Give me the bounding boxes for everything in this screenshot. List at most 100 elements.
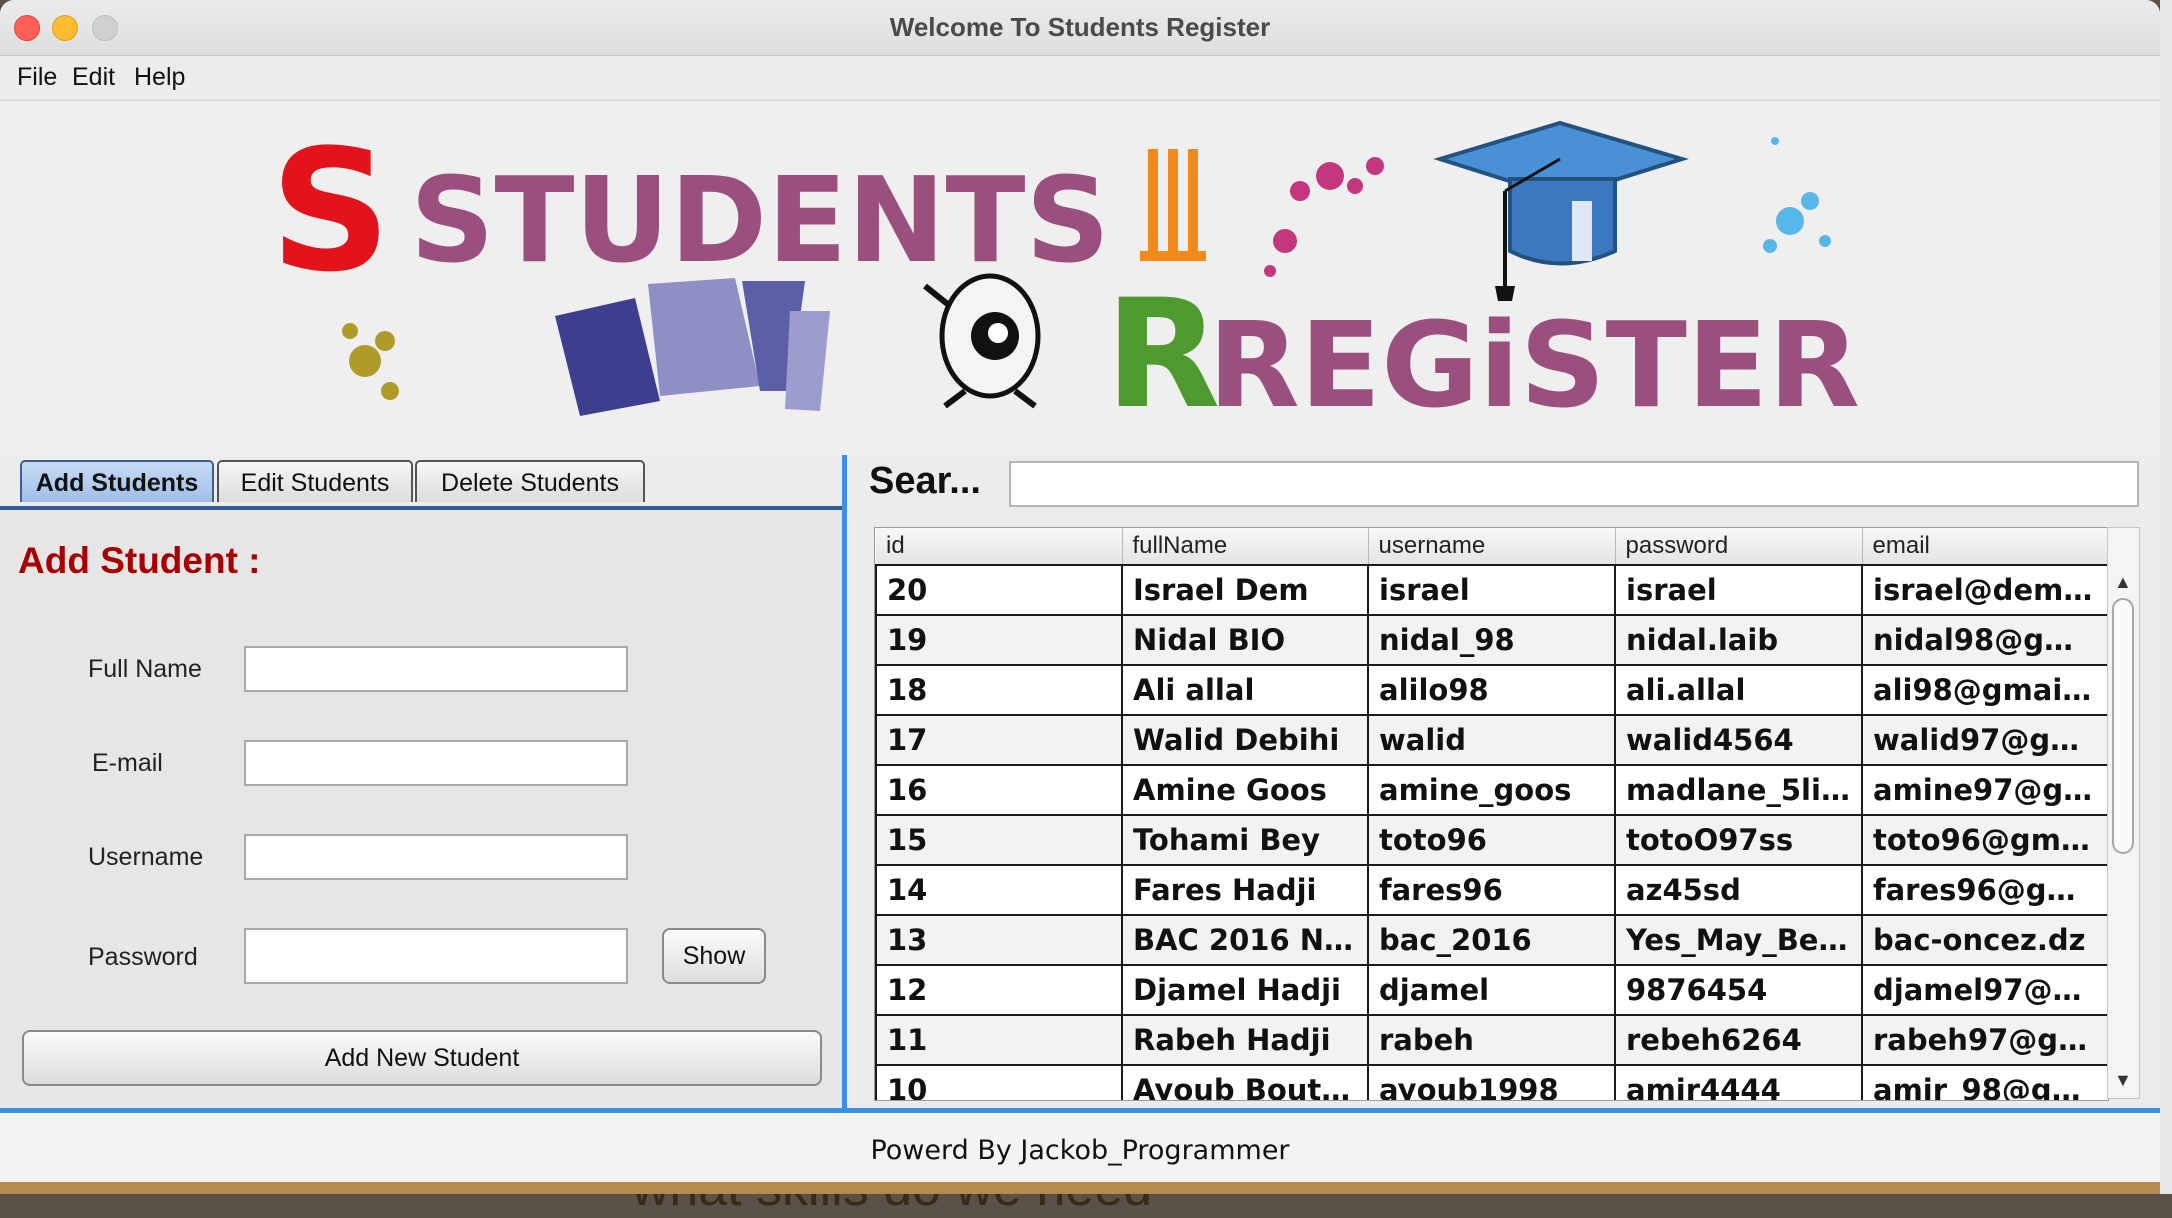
- tab-add-students[interactable]: Add Students: [20, 460, 214, 502]
- cell-email[interactable]: ali98@gmail.c...: [1861, 664, 2108, 716]
- cell-password[interactable]: israel: [1614, 564, 1863, 616]
- desktop-edge: [2160, 0, 2172, 1194]
- show-password-button[interactable]: Show: [662, 928, 766, 984]
- scroll-up-arrow-icon[interactable]: ▲: [2114, 572, 2132, 593]
- cell-username[interactable]: fares96: [1367, 864, 1616, 916]
- cell-password[interactable]: madlane_5li9a: [1614, 764, 1863, 816]
- cell-id[interactable]: 13: [875, 914, 1123, 966]
- table-row[interactable]: 15Tohami Beytoto96totoO97sstoto96@gmail.…: [875, 814, 2108, 866]
- cell-email[interactable]: amir_98@gma...: [1861, 1064, 2108, 1100]
- table-row[interactable]: 20 Israel Dem israel israel israel@dem.dz: [875, 564, 2108, 616]
- table-row[interactable]: 13BAC 2016 Nch...bac_2016Yes_May_Be_G...…: [875, 914, 2108, 966]
- cell-id[interactable]: 19: [875, 614, 1123, 666]
- cell-id[interactable]: 18: [875, 664, 1123, 716]
- cell-username[interactable]: djamel: [1367, 964, 1616, 1016]
- cell-password[interactable]: nidal.laib: [1614, 614, 1863, 666]
- app-window: Welcome To Students Register File Edit H…: [0, 0, 2160, 1182]
- cell-password[interactable]: az45sd: [1614, 864, 1863, 916]
- cell-username[interactable]: israel: [1367, 564, 1616, 616]
- password-field[interactable]: [244, 928, 628, 984]
- cell-email[interactable]: walid97@gma...: [1861, 714, 2108, 766]
- column-header-password[interactable]: password: [1615, 528, 1863, 566]
- cell-password[interactable]: rebeh6264: [1614, 1014, 1863, 1066]
- cell-email[interactable]: nidal98@gmai...: [1861, 614, 2108, 666]
- cell-id[interactable]: 17: [875, 714, 1123, 766]
- add-new-student-button[interactable]: Add New Student: [22, 1030, 822, 1086]
- email-label: E-mail: [92, 749, 163, 777]
- banner-line2: REGiSTER: [1208, 296, 1860, 434]
- column-header-username[interactable]: username: [1368, 528, 1616, 566]
- cell-username[interactable]: ayoub1998: [1367, 1064, 1616, 1100]
- cell-email[interactable]: rabeh97@gma...: [1861, 1014, 2108, 1066]
- table-row[interactable]: 19 Nidal BIO nidal_98 nidal.laib nidal98@gma…: [875, 614, 2108, 666]
- cell-fullname[interactable]: Ayoub Bouteraa: [1121, 1064, 1369, 1100]
- table-row[interactable]: 18 Ali allal alilo98 ali.allal ali98@gmail.c…: [875, 664, 2108, 716]
- cell-id[interactable]: 11: [875, 1014, 1123, 1066]
- cell-id[interactable]: 20: [875, 564, 1123, 616]
- cell-username[interactable]: amine_goos: [1367, 764, 1616, 816]
- column-header-email[interactable]: email: [1862, 528, 2108, 566]
- table-row[interactable]: 14Fares Hadjifares96az45sdfares96@gmai..…: [875, 864, 2108, 916]
- cell-id[interactable]: 10: [875, 1064, 1123, 1100]
- cell-username[interactable]: walid: [1367, 714, 1616, 766]
- menu-bar: File Edit Help: [0, 56, 2160, 101]
- email-field[interactable]: [244, 740, 628, 786]
- table-scrollbar[interactable]: ▲ ▼: [2107, 527, 2140, 1099]
- column-header-fullname[interactable]: fullName: [1122, 528, 1369, 566]
- cell-password[interactable]: 9876454: [1614, 964, 1863, 1016]
- footer-credit: Powerd By Jackob_Programmer: [870, 1135, 1290, 1166]
- cell-id[interactable]: 14: [875, 864, 1123, 916]
- cell-fullname[interactable]: Tohami Bey: [1121, 814, 1369, 866]
- cell-fullname[interactable]: BAC 2016 Nch...: [1121, 914, 1369, 966]
- cell-email[interactable]: israel@dem.dz: [1861, 564, 2108, 616]
- cell-fullname[interactable]: Israel Dem: [1121, 564, 1369, 616]
- cell-password[interactable]: totoO97ss: [1614, 814, 1863, 866]
- menu-help[interactable]: Help: [134, 63, 185, 92]
- cell-username[interactable]: toto96: [1367, 814, 1616, 866]
- cell-fullname[interactable]: Fares Hadji: [1121, 864, 1369, 916]
- table-row[interactable]: 10Ayoub Bouteraaayoub1998amir4444amir_98…: [875, 1064, 2108, 1100]
- cell-id[interactable]: 15: [875, 814, 1123, 866]
- cell-fullname[interactable]: Nidal BIO: [1121, 614, 1369, 666]
- cell-password[interactable]: ali.allal: [1614, 664, 1863, 716]
- scrollbar-thumb[interactable]: [2112, 598, 2134, 854]
- tab-strip: Add Students Edit Students Delete Studen…: [0, 455, 842, 507]
- cell-fullname[interactable]: Amine Goos: [1121, 764, 1369, 816]
- banner-s-letter: S: [270, 113, 391, 309]
- cell-password[interactable]: walid4564: [1614, 714, 1863, 766]
- table-row[interactable]: 17 Walid Debihi walid walid4564 walid97@gma.…: [875, 714, 2108, 766]
- cell-fullname[interactable]: Djamel Hadji: [1121, 964, 1369, 1016]
- cell-username[interactable]: rabeh: [1367, 1014, 1616, 1066]
- username-field[interactable]: [244, 834, 628, 880]
- mascot-icon: [923, 273, 1041, 409]
- cell-password[interactable]: amir4444: [1614, 1064, 1863, 1100]
- cell-username[interactable]: bac_2016: [1367, 914, 1616, 966]
- menu-file[interactable]: File: [17, 63, 57, 92]
- search-input[interactable]: [1009, 461, 2139, 507]
- cell-fullname[interactable]: Ali allal: [1121, 664, 1369, 716]
- cell-email[interactable]: amine97@gm...: [1861, 764, 2108, 816]
- cell-id[interactable]: 12: [875, 964, 1123, 1016]
- full-name-field[interactable]: [244, 646, 628, 692]
- cell-password[interactable]: Yes_May_Be_G...: [1614, 914, 1863, 966]
- cell-fullname[interactable]: Rabeh Hadji: [1121, 1014, 1369, 1066]
- cell-email[interactable]: djamel97@gm...: [1861, 964, 2108, 1016]
- students-register-banner: S STUDENTS R REGiSTER: [0, 101, 2160, 456]
- cell-email[interactable]: bac-oncez.dz: [1861, 914, 2108, 966]
- tab-delete-students[interactable]: Delete Students: [415, 460, 645, 502]
- menu-edit[interactable]: Edit: [72, 63, 115, 92]
- cell-email[interactable]: toto96@gmail....: [1861, 814, 2108, 866]
- cell-username[interactable]: alilo98: [1367, 664, 1616, 716]
- table-row[interactable]: 11Rabeh Hadjirabehrebeh6264rabeh97@gma..…: [875, 1014, 2108, 1066]
- students-table: id fullName username password email 20 Is…: [874, 527, 2109, 1101]
- table-row[interactable]: 16 Amine Goos amine_goos madlane_5li9a amine…: [875, 764, 2108, 816]
- tab-edit-students[interactable]: Edit Students: [217, 460, 413, 502]
- cell-id[interactable]: 16: [875, 764, 1123, 816]
- cell-fullname[interactable]: Walid Debihi: [1121, 714, 1369, 766]
- cell-username[interactable]: nidal_98: [1367, 614, 1616, 666]
- cell-email[interactable]: fares96@gmai...: [1861, 864, 2108, 916]
- table-row[interactable]: 12Djamel Hadjidjamel9876454djamel97@gm..…: [875, 964, 2108, 1016]
- scroll-down-arrow-icon[interactable]: ▼: [2114, 1070, 2132, 1091]
- column-header-id[interactable]: id: [876, 528, 1123, 566]
- table-header-row: id fullName username password email: [876, 528, 2108, 566]
